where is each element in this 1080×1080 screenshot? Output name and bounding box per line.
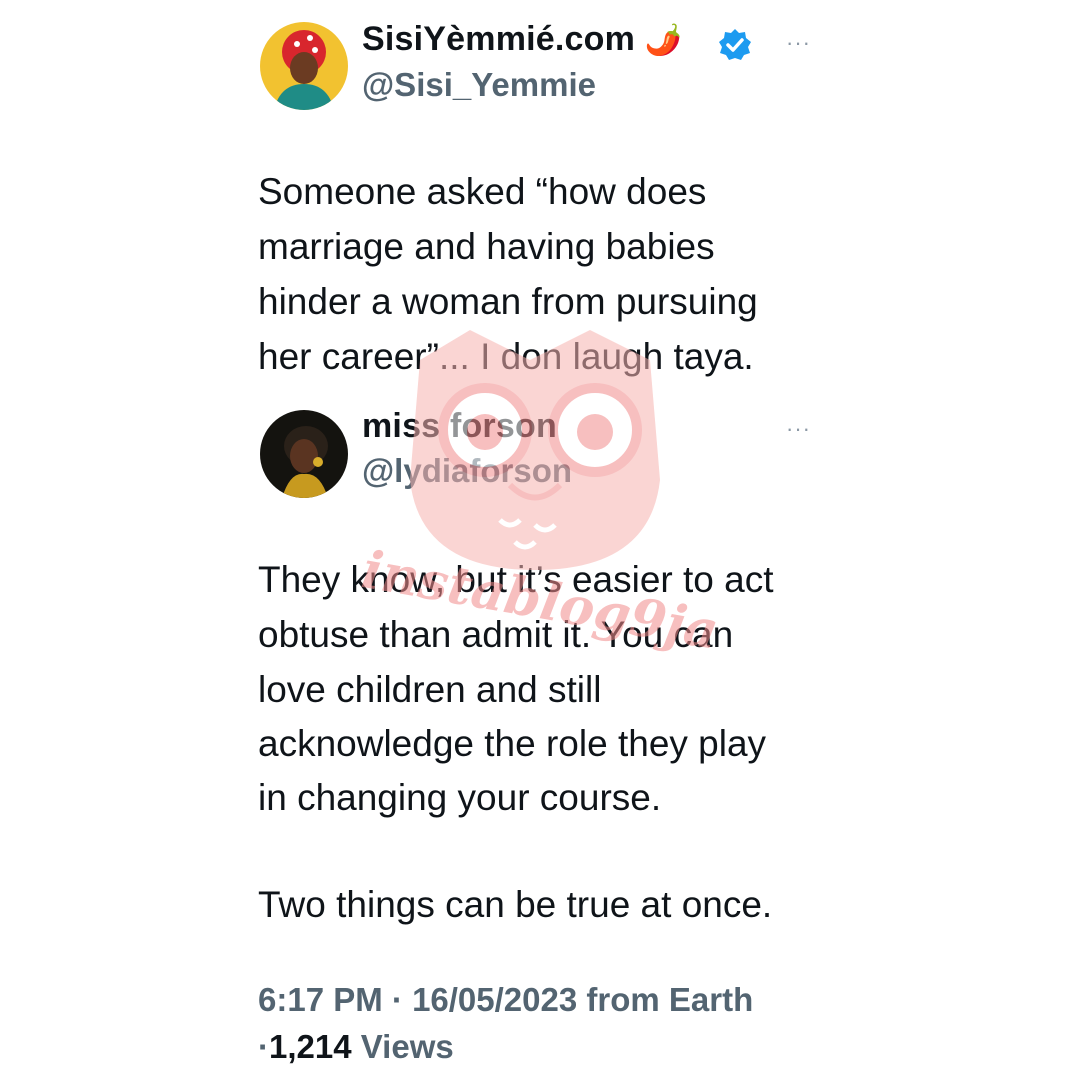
verified-badge-icon bbox=[718, 28, 752, 62]
tweet-text-line: Someone asked “how does bbox=[258, 171, 707, 212]
author-handle[interactable]: @Sisi_Yemmie bbox=[362, 66, 596, 104]
tweet-time[interactable]: 6:17 PM bbox=[258, 981, 383, 1018]
quoted-text-line: love children and still bbox=[258, 669, 602, 710]
quoted-text-line: Two things can be true at once. bbox=[258, 884, 773, 925]
quoted-text-line: acknowledge the role they play bbox=[258, 723, 767, 764]
views-label: Views bbox=[360, 1028, 454, 1065]
meta-separator: · bbox=[258, 1028, 269, 1065]
tweet-text-line: her career”... I don laugh taya. bbox=[258, 336, 754, 377]
quoted-author-avatar[interactable] bbox=[260, 410, 348, 498]
quoted-more-options-icon[interactable]: ··· bbox=[786, 418, 811, 440]
quoted-author-name[interactable]: miss forson bbox=[362, 407, 557, 446]
author-name[interactable]: SisiYèmmié.com 🌶️ bbox=[362, 20, 682, 59]
views-count: 1,214 bbox=[269, 1028, 352, 1065]
tweet-date[interactable]: 16/05/2023 bbox=[412, 981, 577, 1018]
author-avatar[interactable] bbox=[260, 22, 348, 110]
tweet-text-line: hinder a woman from pursuing bbox=[258, 281, 758, 322]
meta-separator: · bbox=[391, 981, 403, 1018]
tweet-text-line: marriage and having babies bbox=[258, 226, 715, 267]
quoted-text-line: obtuse than admit it. You can bbox=[258, 614, 734, 655]
tweet-views[interactable]: ·1,214 Views bbox=[258, 1024, 454, 1070]
author-name-text: SisiYèmmié.com bbox=[362, 20, 636, 58]
quoted-author-handle[interactable]: @lydiaforson bbox=[362, 452, 572, 490]
chili-emoji-icon: 🌶️ bbox=[644, 24, 683, 57]
quoted-text-line: in changing your course. bbox=[258, 777, 662, 818]
tweet-source: from Earth bbox=[586, 981, 754, 1018]
tweet-meta: 6:17 PM · 16/05/2023 from Earth bbox=[258, 977, 753, 1023]
more-options-icon[interactable]: ··· bbox=[786, 32, 811, 54]
quoted-text-line: They know, but it’s easier to act bbox=[258, 559, 774, 600]
